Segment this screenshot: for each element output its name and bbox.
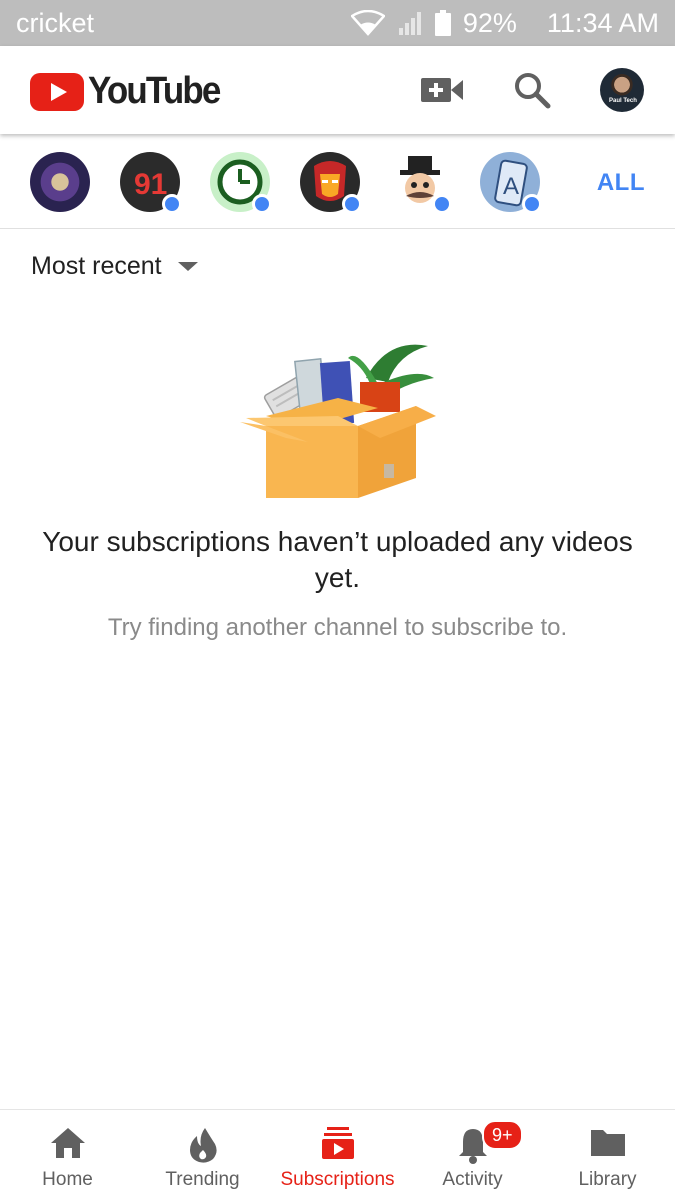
- nav-home[interactable]: Home: [0, 1110, 135, 1201]
- status-time: 11:34 AM: [546, 7, 659, 38]
- bottom-navigation: Home Trending Subscriptions 9+ Activity …: [0, 1109, 675, 1201]
- new-content-dot: [432, 194, 452, 214]
- box-with-items-icon: [240, 344, 436, 498]
- all-channels-link[interactable]: ALL: [597, 169, 645, 197]
- carrier-name: cricket: [16, 7, 95, 38]
- sort-label: Most recent: [31, 252, 162, 280]
- nav-trending-label: Trending: [165, 1169, 240, 1190]
- nav-activity[interactable]: 9+ Activity: [405, 1110, 540, 1201]
- nav-activity-label: Activity: [442, 1169, 503, 1190]
- upload-video-button[interactable]: [420, 70, 464, 115]
- wifi-icon: [350, 10, 385, 36]
- status-bar: cricket 92% 11:34 AM: [0, 0, 675, 46]
- nav-subscriptions-label: Subscriptions: [280, 1169, 395, 1190]
- svg-text:91: 91: [134, 168, 167, 201]
- new-content-dot: [342, 194, 362, 214]
- channel-avatar-item[interactable]: [30, 152, 90, 212]
- trending-flame-icon: [189, 1128, 217, 1163]
- channel-avatar-item[interactable]: [390, 152, 452, 214]
- avatar-caption: Paul Tech: [609, 98, 637, 104]
- nav-library[interactable]: Library: [540, 1110, 675, 1201]
- subscriptions-icon: [321, 1127, 354, 1159]
- dropdown-arrow-icon: [177, 262, 198, 271]
- nav-subscriptions[interactable]: Subscriptions: [270, 1110, 405, 1201]
- empty-box-illustration: [238, 338, 438, 505]
- app-header: YouTube Paul Tech: [0, 46, 675, 134]
- battery-percent: 92%: [462, 7, 517, 38]
- battery-icon: [434, 10, 451, 36]
- signal-icon: [398, 12, 421, 35]
- account-avatar[interactable]: Paul Tech: [600, 68, 644, 112]
- upload-video-icon: [421, 78, 463, 102]
- channel-avatar-item[interactable]: A: [480, 152, 542, 214]
- youtube-play-logo-icon: [30, 72, 84, 111]
- subscribed-channels-strip: 91 A ALL: [0, 136, 675, 229]
- status-icons: 92% 11:34 AM: [350, 7, 659, 39]
- search-button[interactable]: [512, 70, 552, 115]
- empty-state-subtitle: Try finding another channel to subscribe…: [107, 614, 568, 641]
- nav-library-label: Library: [578, 1169, 637, 1190]
- channel-logo-icon: [30, 152, 90, 212]
- channel-avatar-item[interactable]: [300, 152, 362, 214]
- new-content-dot: [252, 194, 272, 214]
- new-content-dot: [162, 194, 182, 214]
- new-content-dot: [522, 194, 542, 214]
- notification-badge: 9+: [482, 1120, 523, 1150]
- youtube-logo[interactable]: YouTube: [30, 70, 231, 113]
- sort-dropdown[interactable]: Most recent: [31, 252, 198, 281]
- nav-trending[interactable]: Trending: [135, 1110, 270, 1201]
- channel-avatar-item[interactable]: [210, 152, 272, 214]
- channel-avatar-item[interactable]: 91: [120, 152, 182, 214]
- svg-text:A: A: [503, 173, 519, 200]
- home-icon: [50, 1128, 85, 1158]
- search-icon: [515, 73, 551, 109]
- folder-icon: [590, 1130, 625, 1156]
- empty-state-title: Your subscriptions haven’t uploaded any …: [42, 526, 633, 593]
- logo-wordmark: YouTube: [88, 70, 221, 112]
- nav-home-label: Home: [42, 1169, 93, 1190]
